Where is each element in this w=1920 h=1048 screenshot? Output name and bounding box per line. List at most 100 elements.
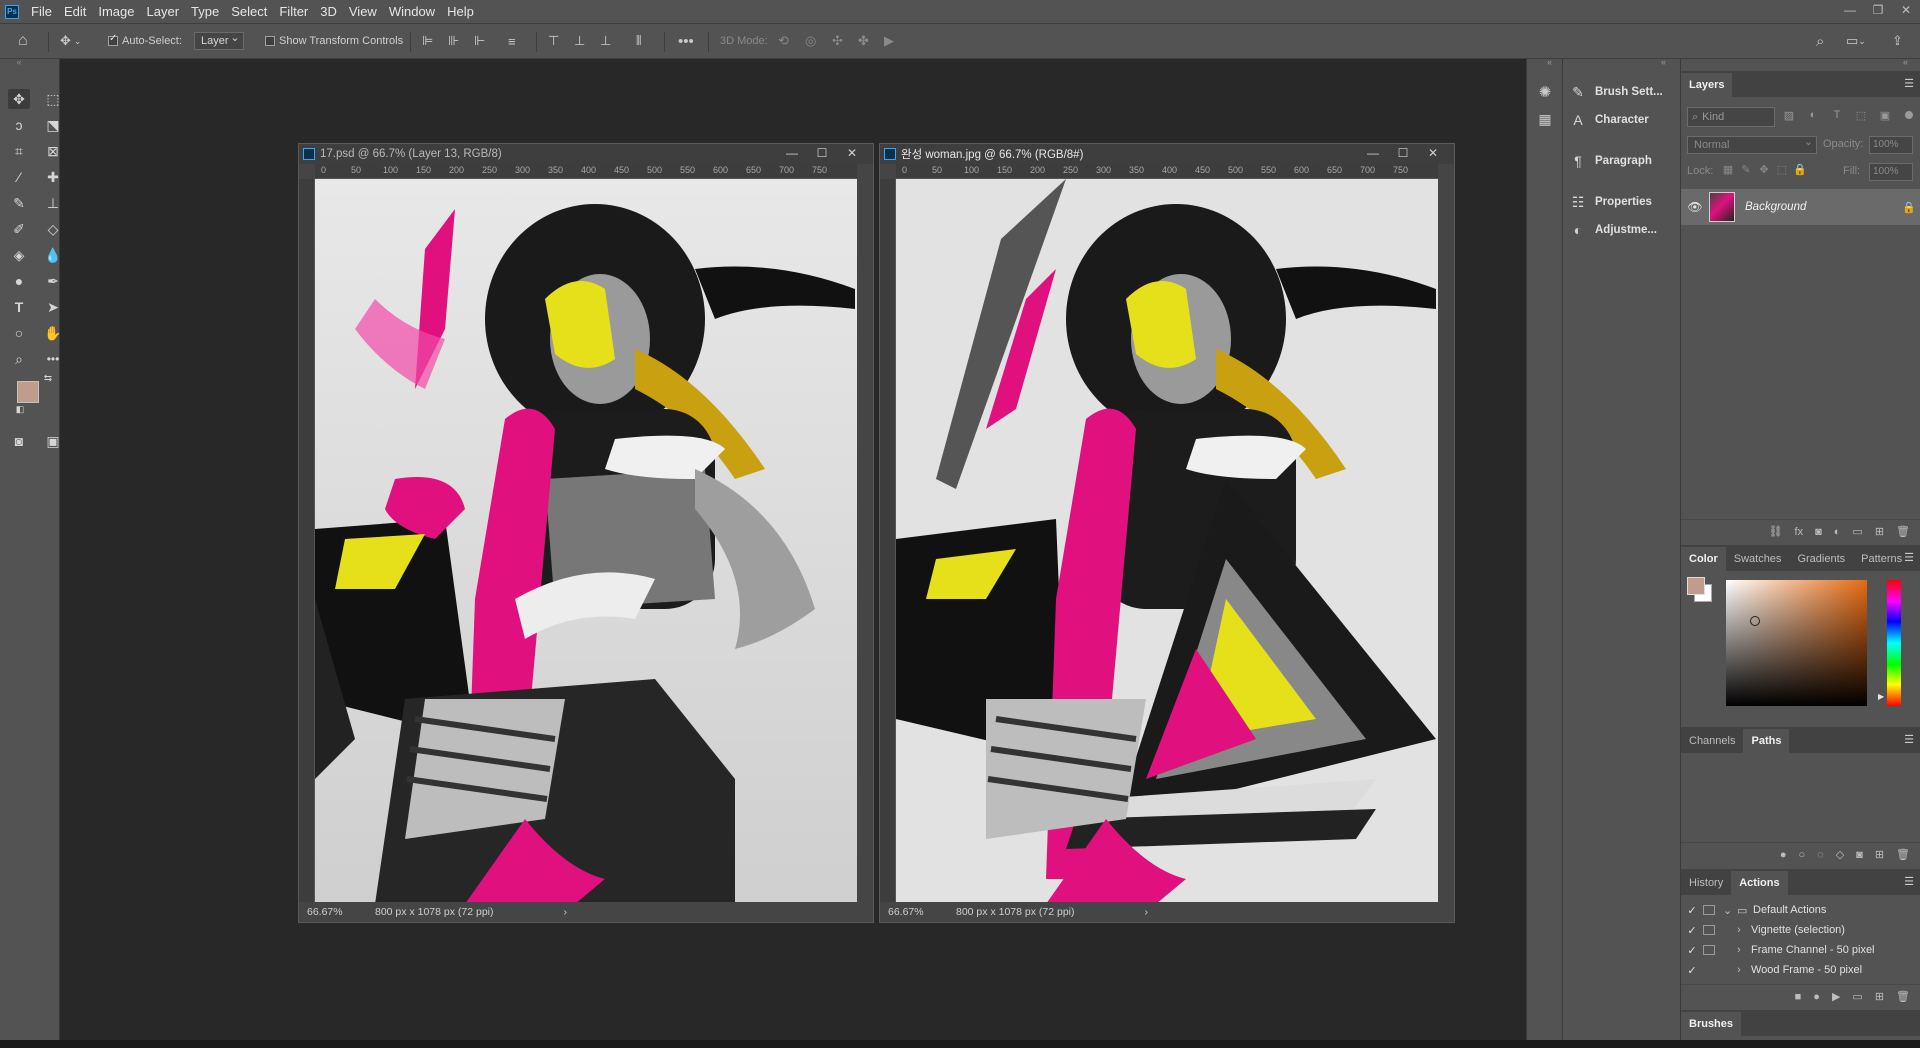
action-row[interactable]: ✓ › Wood Frame - 50 pixel xyxy=(1681,960,1920,980)
auto-select-checkbox[interactable]: Auto-Select: xyxy=(108,24,182,58)
status-menu-arrow-icon[interactable]: › xyxy=(1145,906,1149,918)
menu-3d[interactable]: 3D xyxy=(314,4,343,19)
distribute-horizontal-icon[interactable]: ⫴ xyxy=(636,24,652,58)
collapse-toolbar-icon[interactable]: « xyxy=(8,57,30,67)
menu-help[interactable]: Help xyxy=(441,4,480,19)
dodge-tool-icon[interactable]: ● xyxy=(8,271,30,291)
lasso-tool-icon[interactable]: ↄ xyxy=(8,115,30,135)
selection-to-path-icon[interactable]: ◇ xyxy=(1836,848,1844,861)
adjustments-panel-button[interactable]: ◐ Adjustme... xyxy=(1569,219,1657,241)
move-tool-icon[interactable]: ✥ xyxy=(8,89,30,109)
action-set-row[interactable]: ✓ ⌄ ▭ Default Actions xyxy=(1681,900,1920,920)
tab-layers[interactable]: Layers xyxy=(1681,73,1733,97)
action-enabled-check-icon[interactable]: ✓ xyxy=(1681,964,1703,977)
layer-name[interactable]: Background xyxy=(1745,201,1897,213)
share-icon[interactable]: ⇪ xyxy=(1892,24,1912,58)
tab-patterns[interactable]: Patterns xyxy=(1853,547,1910,571)
delete-action-icon[interactable]: 🗑 xyxy=(1896,990,1910,1003)
character-panel-button[interactable]: A Character xyxy=(1569,109,1648,131)
stop-recording-icon[interactable]: ■ xyxy=(1795,991,1802,1003)
hue-slider-handle-icon[interactable]: ▶ xyxy=(1878,692,1884,701)
align-right-icon[interactable]: ⊩ xyxy=(474,24,490,58)
auto-select-target-dropdown[interactable]: Layer xyxy=(194,24,244,58)
document-window-17psd[interactable]: 17.psd @ 66.7% (Layer 13, RGB/8) — ☐ ✕ 0… xyxy=(298,143,874,923)
distribute-vertical-icon[interactable]: ≡ xyxy=(508,24,524,58)
action-enabled-check-icon[interactable]: ✓ xyxy=(1681,944,1703,957)
opacity-input[interactable]: 100% xyxy=(1869,136,1913,154)
color-panel-menu-icon[interactable]: ☰ xyxy=(1904,551,1914,564)
filter-shape-icon[interactable]: ⬚ xyxy=(1853,109,1869,122)
stroke-path-icon[interactable]: ○ xyxy=(1798,849,1805,861)
record-icon[interactable]: ● xyxy=(1813,991,1820,1003)
align-bottom-icon[interactable]: ⊥ xyxy=(600,24,616,58)
chevron-right-icon[interactable]: › xyxy=(1737,944,1751,956)
lock-transparent-icon[interactable]: ▦ xyxy=(1721,163,1735,176)
show-transform-check-icon[interactable] xyxy=(265,36,275,46)
measurement-panel-icon[interactable]: ▦ xyxy=(1536,111,1554,128)
align-center-h-icon[interactable]: ⊪ xyxy=(448,24,464,58)
new-group-icon[interactable]: ▭ xyxy=(1852,525,1862,538)
action-enabled-check-icon[interactable]: ✓ xyxy=(1681,904,1703,917)
lock-image-icon[interactable]: ✎ xyxy=(1739,163,1753,176)
foreground-color-swatch[interactable] xyxy=(17,381,39,403)
restore-icon[interactable]: ❐ xyxy=(1864,0,1892,23)
move-tool-preset-icon[interactable]: ✥ ⌄ xyxy=(60,24,88,58)
properties-panel-button[interactable]: ☷ Properties xyxy=(1569,191,1652,213)
delete-path-icon[interactable]: 🗑 xyxy=(1896,848,1910,861)
document-title-bar[interactable]: 17.psd @ 66.7% (Layer 13, RGB/8) — ☐ ✕ xyxy=(299,144,873,164)
minimize-icon[interactable]: — xyxy=(1836,0,1864,23)
zoom-level[interactable]: 66.67% xyxy=(307,906,367,918)
chevron-down-icon[interactable]: ⌄ xyxy=(1723,904,1737,917)
tab-gradients[interactable]: Gradients xyxy=(1789,547,1853,571)
slide-3d-icon[interactable]: ✤ xyxy=(858,24,876,58)
layer-style-fx-icon[interactable]: fx xyxy=(1795,526,1804,538)
lock-all-icon[interactable]: 🔒 xyxy=(1793,163,1807,176)
brush-tool-icon[interactable]: ✎ xyxy=(8,193,30,213)
tab-history[interactable]: History xyxy=(1681,871,1731,895)
doc-maximize-icon[interactable]: ☐ xyxy=(1388,144,1418,164)
zoom-level[interactable]: 66.67% xyxy=(888,906,948,918)
auto-select-target-value[interactable]: Layer xyxy=(194,31,244,50)
crop-tool-icon[interactable]: ⌗ xyxy=(8,141,30,161)
menu-window[interactable]: Window xyxy=(383,4,441,19)
scale-3d-icon[interactable]: ▶ xyxy=(884,24,902,58)
chevron-right-icon[interactable]: › xyxy=(1737,924,1751,936)
path-to-selection-icon[interactable]: ◌ xyxy=(1817,849,1824,861)
delete-layer-icon[interactable]: 🗑 xyxy=(1896,525,1910,538)
tab-channels[interactable]: Channels xyxy=(1681,729,1743,753)
play-icon[interactable]: ▶ xyxy=(1832,990,1840,1003)
add-path-mask-icon[interactable]: ◙ xyxy=(1856,849,1863,861)
zoom-tool-icon[interactable]: ⌕ xyxy=(8,349,30,369)
auto-select-check-icon[interactable] xyxy=(108,33,118,46)
action-dialog-toggle-icon[interactable] xyxy=(1703,925,1715,935)
brush-settings-panel-button[interactable]: ✎ Brush Sett... xyxy=(1569,81,1663,103)
action-dialog-toggle-icon[interactable] xyxy=(1703,945,1715,955)
lock-position-icon[interactable]: ✥ xyxy=(1757,163,1771,176)
quick-mask-icon[interactable]: ◙ xyxy=(8,431,30,451)
align-middle-v-icon[interactable]: ⊥ xyxy=(574,24,590,58)
filter-type-icon[interactable]: T xyxy=(1829,109,1845,121)
document-canvas[interactable] xyxy=(315,179,857,902)
action-row[interactable]: ✓ › Vignette (selection) xyxy=(1681,920,1920,940)
history-brush-tool-icon[interactable]: ✐ xyxy=(8,219,30,239)
paint-bucket-tool-icon[interactable]: ◈ xyxy=(8,245,30,265)
doc-minimize-icon[interactable]: — xyxy=(777,144,807,164)
color-picker-field[interactable] xyxy=(1726,580,1867,706)
menu-view[interactable]: View xyxy=(343,4,383,19)
doc-minimize-icon[interactable]: — xyxy=(1358,144,1388,164)
action-dialog-toggle-icon[interactable] xyxy=(1703,905,1715,915)
expand-panels-icon[interactable]: « xyxy=(1547,57,1552,67)
color-foreground-swatch[interactable] xyxy=(1687,577,1705,595)
fill-input[interactable]: 100% xyxy=(1869,163,1913,181)
layer-row-background[interactable]: 👁 Background 🔒 xyxy=(1681,189,1920,225)
tab-swatches[interactable]: Swatches xyxy=(1726,547,1790,571)
more-options-icon[interactable]: ••• xyxy=(678,24,698,58)
collapse-dock-icon[interactable]: « xyxy=(1903,57,1908,67)
new-set-icon[interactable]: ▭ xyxy=(1852,990,1862,1003)
swap-colors-icon[interactable]: ⇆ xyxy=(42,373,54,385)
actions-panel-menu-icon[interactable]: ☰ xyxy=(1904,875,1914,888)
menu-type[interactable]: Type xyxy=(185,4,225,19)
search-icon[interactable]: ⌕ xyxy=(1816,24,1836,58)
orbit-3d-icon[interactable]: ⟲ xyxy=(778,24,796,58)
new-layer-icon[interactable]: ⊞ xyxy=(1875,525,1884,538)
